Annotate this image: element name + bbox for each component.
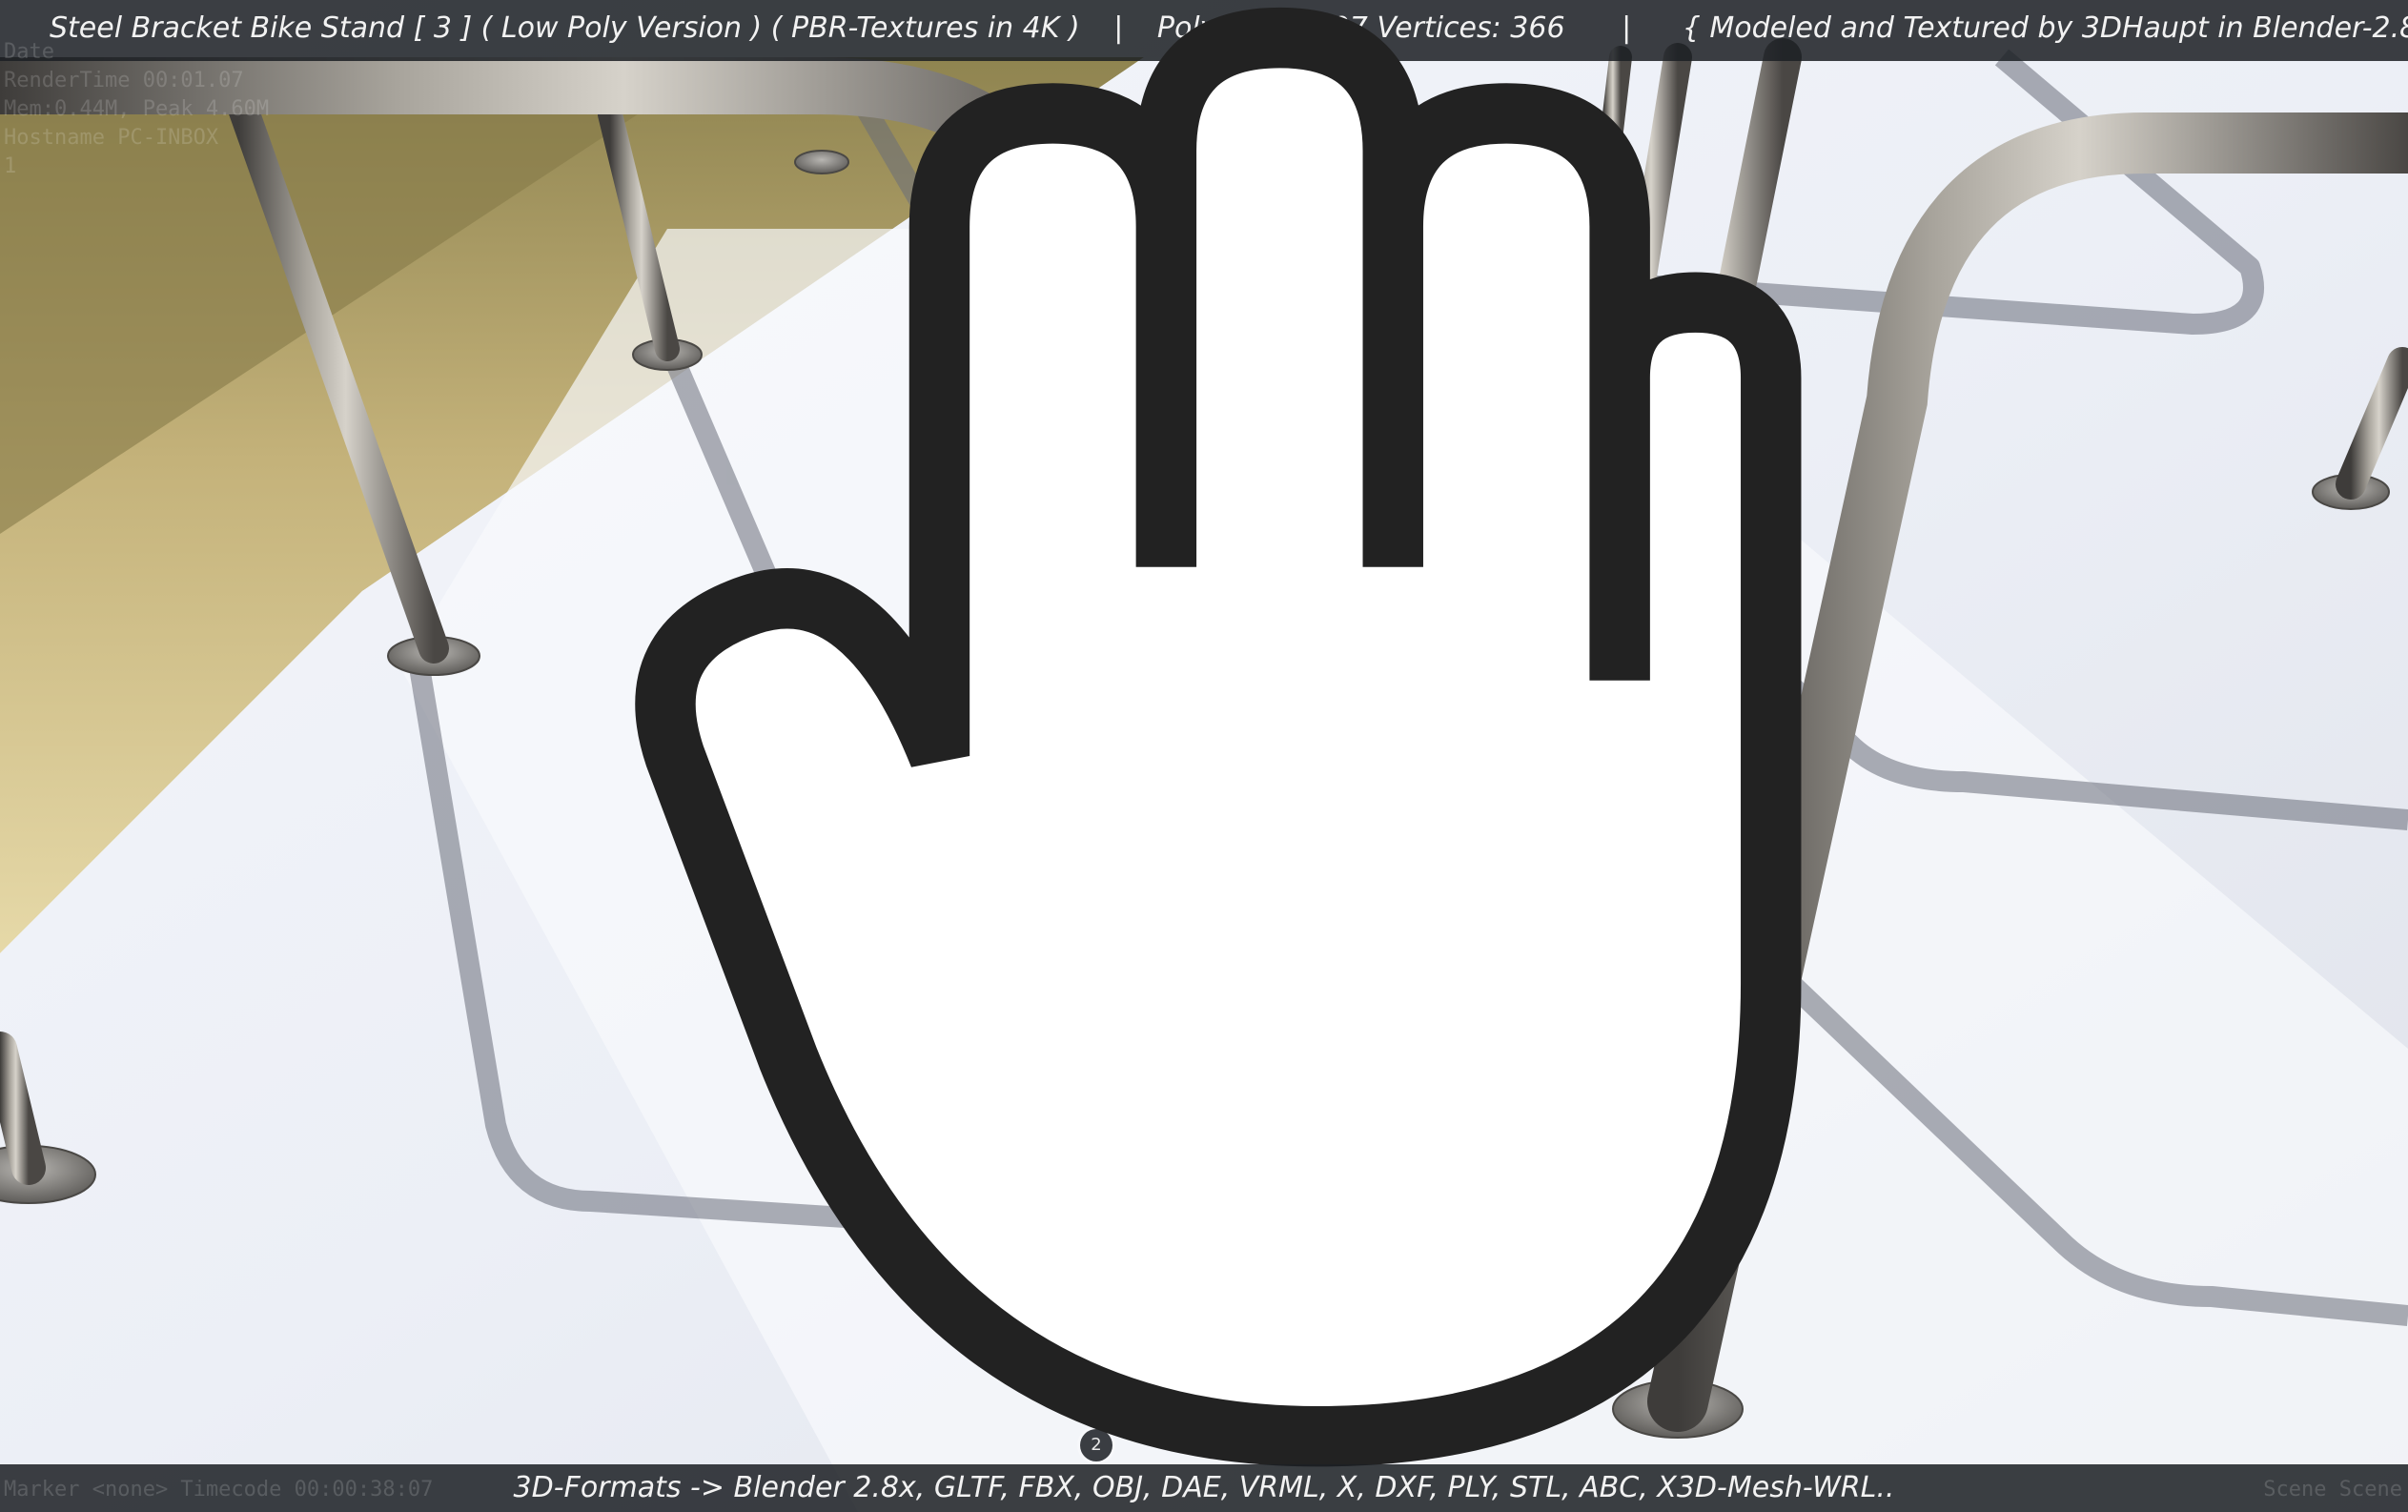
3d-viewport[interactable]: Steel Bracket Bike Stand [ 3 ] ( Low Pol… — [0, 0, 2408, 1512]
hand-pointer-icon — [635, 7, 1802, 1467]
formats-label: 3D-Formats -> Blender 2.8x, GLTF, FBX, O… — [513, 1471, 1895, 1504]
scene-name-overlay: Scene Scene — [2263, 1478, 2402, 1502]
timecode-overlay: Marker <none> Timecode 00:00:38:07 — [4, 1478, 434, 1502]
